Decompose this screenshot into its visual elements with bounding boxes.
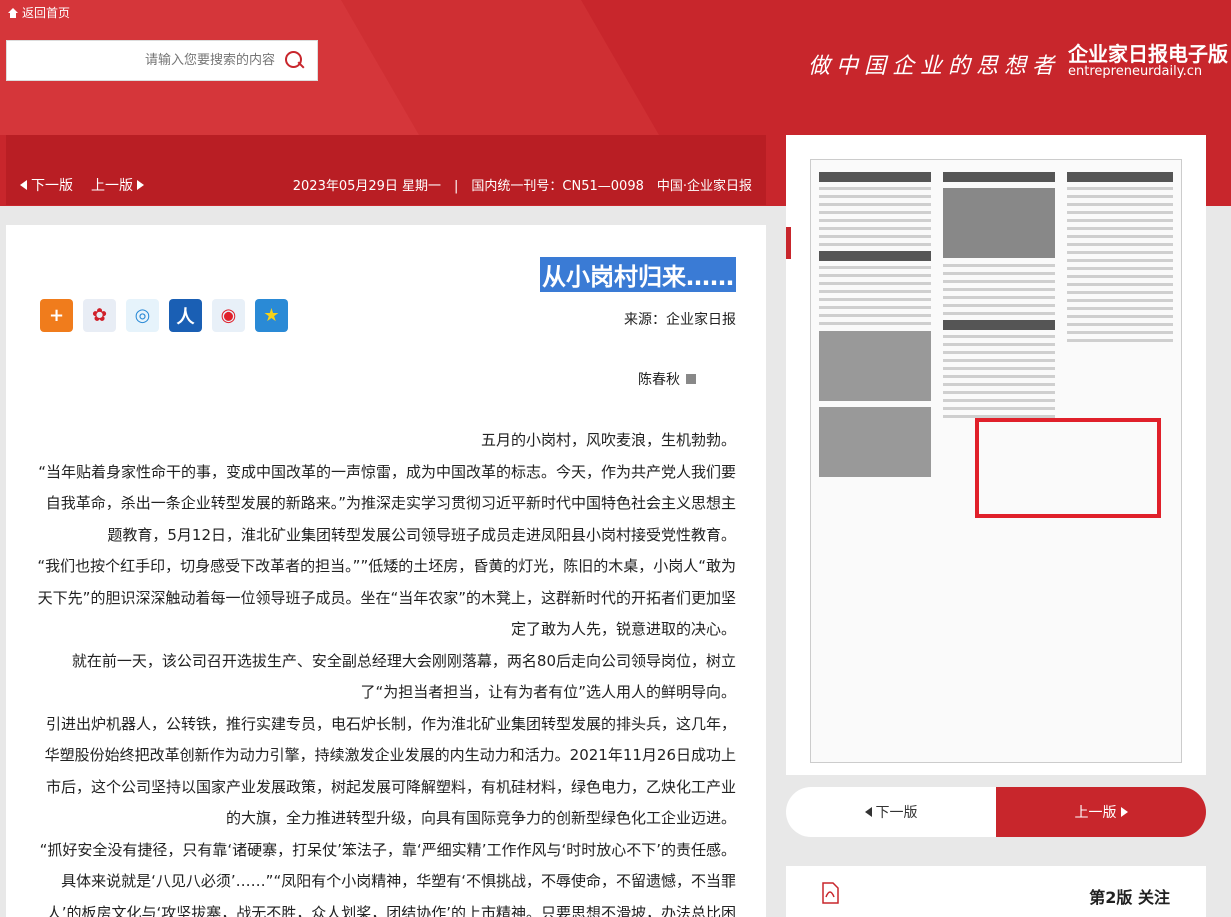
current-page-label: 第2版 关注 [1089, 888, 1170, 907]
article-highlight-box[interactable] [975, 418, 1161, 518]
arrow-right-icon [137, 180, 144, 190]
active-marker [786, 227, 791, 259]
issue-info-bar: 下一版 上一版 2023年05月29日 星期一 | 国内统一刊号：CN51—00… [6, 135, 766, 205]
arrow-left-icon [864, 807, 872, 817]
article-author: 陈春秋 [638, 369, 696, 389]
square-bullet-icon [686, 374, 696, 384]
search-input[interactable] [33, 52, 277, 69]
renren-icon[interactable]: ✿ [83, 299, 116, 332]
favorite-star-icon[interactable]: ★ [255, 299, 288, 332]
article-paragraph: 就在前一天，该公司召开选拔生产、安全副总经理大会刚刚落幕，两名80后走向公司领导… [71, 651, 736, 702]
article-paragraph: “抓好安全没有捷径，只有靠‘诸硬寨，打呆仗’笨法子，靠‘严细实精’工作作风与‘时… [39, 840, 736, 917]
home-label[interactable]: 返回首页 [22, 4, 70, 21]
author-name: 陈春秋 [638, 372, 680, 388]
prev-page-button[interactable]: 上一版 [996, 787, 1206, 837]
arrow-right-icon [1120, 807, 1128, 817]
thumb-column [815, 168, 935, 754]
slogan: 做中国企业的思想者 [808, 54, 1061, 79]
prev-edition-link[interactable]: 下一版 [20, 175, 73, 195]
article-source: 来源：企业家日报 [624, 312, 736, 328]
article-paragraph: “当年贴着身家性命干的事，变成中国改革的一声惊雷，成为中国改革的标志。今天，作为… [38, 462, 736, 544]
current-page-box: 第2版 关注 [786, 866, 1206, 917]
share-bar: + ✿ ◎ 人 ◉ ★ [40, 299, 288, 332]
article-paragraph: 引进出炉机器人，公转铁，推行实建专员，电石炉长制，作为淮北矿业集团转型发展的排头… [44, 714, 736, 828]
more-share-icon[interactable]: + [40, 299, 73, 332]
next-page-button[interactable]: 下一版 [786, 787, 996, 837]
weibo-icon[interactable]: ◉ [212, 299, 245, 332]
arrow-left-icon [20, 180, 27, 190]
pdf-icon[interactable] [820, 882, 840, 904]
next-edition-label[interactable]: 下一版 [31, 178, 73, 194]
issue-meta: 2023年05月29日 星期一 | 国内统一刊号：CN51—0098 中国·企业… [292, 179, 752, 194]
next-page-label[interactable]: 下一版 [876, 802, 918, 822]
page-pager: 下一版 上一版 [786, 787, 1206, 837]
home-icon [8, 7, 18, 18]
article-title: 从小岗村归来…… [540, 257, 736, 292]
article-paragraph: 五月的小岗村，风吹麦浪，生机勃勃。 [480, 431, 736, 449]
prev-page-label[interactable]: 上一版 [1075, 802, 1117, 822]
next-edition-link[interactable]: 上一版 [91, 175, 144, 195]
prev-edition-label[interactable]: 上一版 [91, 178, 133, 194]
search-icon[interactable] [283, 49, 307, 73]
brand-title: 企业家日报电子版 [1068, 42, 1228, 66]
brand-subtitle: entrepreneurdaily.cn [1068, 64, 1203, 79]
article-body: 五月的小岗村，风吹麦浪，生机勃勃。 “当年贴着身家性命干的事，变成中国改革的一声… [36, 425, 736, 917]
search-box[interactable] [6, 40, 318, 81]
people-icon[interactable]: 人 [169, 299, 202, 332]
edition-nav: 下一版 上一版 [20, 175, 144, 195]
qzone-icon[interactable]: ◎ [126, 299, 159, 332]
article-paragraph: “我们也按个红手印，切身感受下改革者的担当。””低矮的土坯房，昏黄的灯光，陈旧的… [37, 557, 736, 638]
article-panel: 从小岗村归来…… + ✿ ◎ 人 ◉ ★ 来源：企业家日报 陈春秋 五月的小岗村… [6, 225, 766, 917]
home-link[interactable]: 返回首页 [8, 4, 70, 21]
